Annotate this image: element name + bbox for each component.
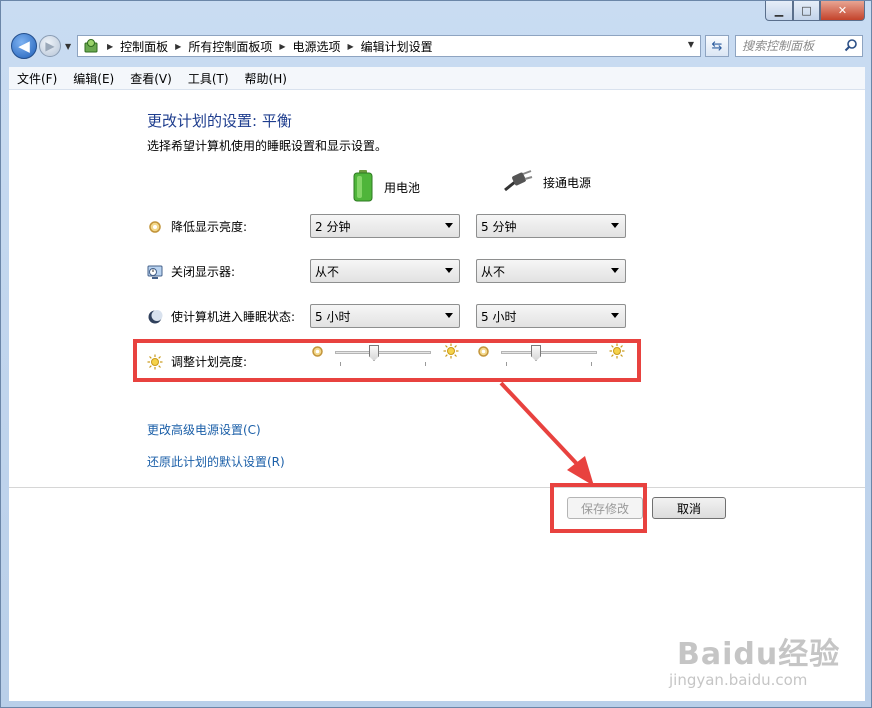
search-icon[interactable]: [844, 38, 858, 55]
sun-icon: [443, 343, 459, 362]
row-label-brightness: 调整计划亮度:: [171, 355, 248, 369]
power-plug-icon: [503, 170, 533, 195]
maximize-button[interactable]: □: [793, 1, 820, 21]
turn-off-display-battery-select[interactable]: 从不: [310, 259, 460, 283]
column-header-battery: 用电池: [352, 170, 420, 205]
column-header-plugged: 接通电源: [503, 170, 591, 195]
minimize-button[interactable]: ▁: [765, 1, 793, 21]
menu-view[interactable]: 查看(V): [122, 70, 180, 87]
chevron-down-icon: [445, 223, 453, 228]
slider-thumb[interactable]: [531, 345, 541, 361]
dim-brightness-icon: [147, 219, 163, 235]
row-label-turn-off-display: 关闭显示器:: [171, 265, 236, 279]
crumb-edit-plan[interactable]: 编辑计划设置: [361, 38, 433, 55]
select-value: 2 分钟: [315, 219, 351, 234]
slider-track: [501, 351, 597, 354]
column-label-plugged: 接通电源: [543, 176, 592, 190]
select-value: 5 小时: [481, 309, 517, 324]
slider-tick: [340, 362, 341, 366]
row-label-dim-display: 降低显示亮度:: [171, 220, 248, 234]
select-value: 5 小时: [315, 309, 351, 324]
row-turn-off-display: 关闭显示器:: [147, 263, 235, 280]
refresh-button[interactable]: ⇆: [705, 35, 729, 57]
page-title: 更改计划的设置: 平衡: [147, 112, 292, 130]
back-button[interactable]: ◀: [11, 33, 37, 59]
chevron-right-icon[interactable]: ▶: [107, 42, 113, 51]
slider-tick: [425, 362, 426, 366]
row-label-sleep: 使计算机进入睡眠状态:: [171, 310, 296, 324]
dim-display-plugged-select[interactable]: 5 分钟: [476, 214, 626, 238]
menu-edit[interactable]: 编辑(E): [65, 70, 122, 87]
slider-tick: [506, 362, 507, 366]
row-sleep: 使计算机进入睡眠状态:: [147, 308, 295, 325]
dim-display-battery-select[interactable]: 2 分钟: [310, 214, 460, 238]
select-value: 5 分钟: [481, 219, 517, 234]
chevron-right-icon[interactable]: ▶: [348, 42, 354, 51]
chevron-right-icon[interactable]: ▶: [279, 42, 285, 51]
brightness-plugged-slider[interactable]: [501, 345, 597, 366]
row-dim-display: 降低显示亮度:: [147, 218, 247, 235]
crumb-control-panel[interactable]: 控制面板: [120, 38, 168, 55]
arrow-right-icon: ▶: [45, 39, 55, 53]
close-button[interactable]: ✕: [820, 1, 865, 21]
row-brightness: 调整计划亮度:: [147, 353, 247, 370]
control-panel-icon: [82, 38, 100, 54]
recent-pages-dropdown[interactable]: ▼: [65, 42, 71, 51]
search-input[interactable]: [742, 39, 842, 53]
sleep-battery-select[interactable]: 5 小时: [310, 304, 460, 328]
monitor-clock-icon: [147, 264, 163, 280]
dim-brightness-icon: [477, 345, 490, 361]
select-value: 从不: [481, 264, 506, 279]
sun-icon: [609, 343, 625, 362]
divider: [9, 487, 865, 488]
breadcrumb: ▶ 控制面板 ▶ 所有控制面板项 ▶ 电源选项 ▶ 编辑计划设置: [100, 38, 433, 55]
brightness-battery-slider[interactable]: [335, 345, 431, 366]
crumb-power-options[interactable]: 电源选项: [293, 38, 341, 55]
column-label-battery: 用电池: [384, 181, 421, 195]
explorer-window: ▁ □ ✕ ◀ ▶ ▼ ▶ 控制面板 ▶ 所有控制面板项 ▶ 电源选项 ▶ 编辑…: [0, 0, 872, 708]
menu-tools[interactable]: 工具(T): [180, 70, 237, 87]
dim-brightness-icon: [311, 345, 324, 361]
slider-thumb[interactable]: [369, 345, 379, 361]
search-box[interactable]: [735, 35, 863, 57]
slider-tick: [591, 362, 592, 366]
chevron-down-icon: [445, 268, 453, 273]
save-changes-button[interactable]: 保存修改: [567, 497, 643, 519]
restore-defaults-link[interactable]: 还原此计划的默认设置(R): [147, 453, 285, 470]
chevron-down-icon: [611, 268, 619, 273]
address-dropdown-icon[interactable]: ▼: [688, 40, 694, 49]
menu-bar: 文件(F) 编辑(E) 查看(V) 工具(T) 帮助(H): [9, 67, 865, 90]
battery-icon: [352, 170, 374, 205]
arrow-left-icon: ◀: [18, 37, 30, 55]
chevron-down-icon: [445, 313, 453, 318]
sun-icon: [147, 354, 163, 370]
chevron-right-icon[interactable]: ▶: [175, 42, 181, 51]
page-subtitle: 选择希望计算机使用的睡眠设置和显示设置。: [147, 139, 388, 153]
menu-file[interactable]: 文件(F): [9, 70, 65, 87]
annotation-arrow: [499, 381, 594, 486]
moon-icon: [147, 309, 163, 325]
content-area: 更改计划的设置: 平衡 选择希望计算机使用的睡眠设置和显示设置。 用电池 接通电…: [9, 90, 865, 701]
refresh-icon: ⇆: [711, 38, 723, 54]
caption-buttons: ▁ □ ✕: [765, 1, 865, 21]
chevron-down-icon: [611, 313, 619, 318]
chevron-down-icon: [611, 223, 619, 228]
address-bar[interactable]: ▶ 控制面板 ▶ 所有控制面板项 ▶ 电源选项 ▶ 编辑计划设置 ▼: [77, 35, 701, 57]
slider-track: [335, 351, 431, 354]
turn-off-display-plugged-select[interactable]: 从不: [476, 259, 626, 283]
advanced-power-settings-link[interactable]: 更改高级电源设置(C): [147, 421, 261, 438]
sleep-plugged-select[interactable]: 5 小时: [476, 304, 626, 328]
cancel-button[interactable]: 取消: [652, 497, 726, 519]
navigation-bar: ◀ ▶ ▼ ▶ 控制面板 ▶ 所有控制面板项 ▶ 电源选项 ▶ 编辑计划设置 ▼: [1, 29, 871, 65]
forward-button[interactable]: ▶: [39, 35, 61, 57]
select-value: 从不: [315, 264, 340, 279]
crumb-all-items[interactable]: 所有控制面板项: [188, 38, 272, 55]
menu-help[interactable]: 帮助(H): [237, 70, 295, 87]
